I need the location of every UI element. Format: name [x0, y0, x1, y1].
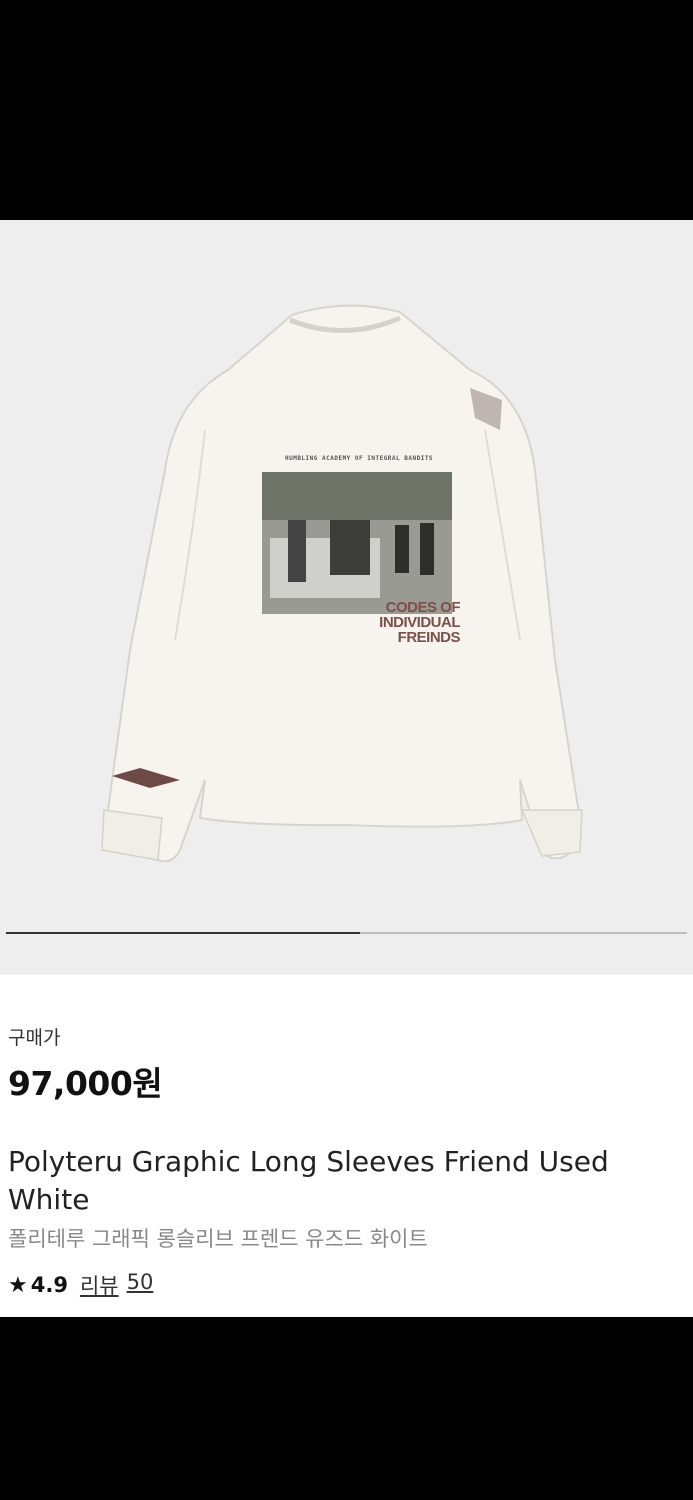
print-header: HUMBLING ACADEMY OF INTEGRAL BANDITS: [285, 455, 434, 462]
carousel-progress-track: [6, 932, 687, 934]
print-line-3: FREINDS: [397, 629, 461, 646]
rating-value: 4.9: [30, 1273, 68, 1297]
price: 97,000원: [8, 1064, 163, 1103]
product-title-en: Polyteru Graphic Long Sleeves Friend Use…: [8, 1145, 609, 1216]
print-text-block: CODES OF INDIVIDUAL FREINDS: [350, 600, 460, 645]
price-label: 구매가: [8, 1027, 61, 1049]
carousel-progress-fill: [6, 932, 361, 934]
bottom-black-bar: [0, 1317, 693, 1500]
print-line-2: INDIVIDUAL: [379, 614, 460, 631]
product-title-ko: 폴리테루 그래픽 롱슬리브 프렌드 유즈드 화이트: [8, 1227, 428, 1251]
reviews-label: 리뷰: [79, 1274, 119, 1298]
product-image-carousel[interactable]: HUMBLING ACADEMY OF INTEGRAL BANDITS COD…: [0, 220, 693, 975]
product-image: [101, 304, 583, 863]
star-icon: ★: [8, 1272, 28, 1298]
product-info-section: 구매가 97,000원 Polyteru Graphic Long Sleeve…: [0, 975, 693, 1317]
reviews-count: 50: [126, 1270, 154, 1294]
print-line-1: CODES OF: [385, 599, 461, 616]
top-black-bar: [0, 0, 693, 220]
reviews-link[interactable]: 리뷰 50: [80, 1270, 153, 1300]
rating-row: ★ 4.9 리뷰 50: [8, 1270, 153, 1300]
